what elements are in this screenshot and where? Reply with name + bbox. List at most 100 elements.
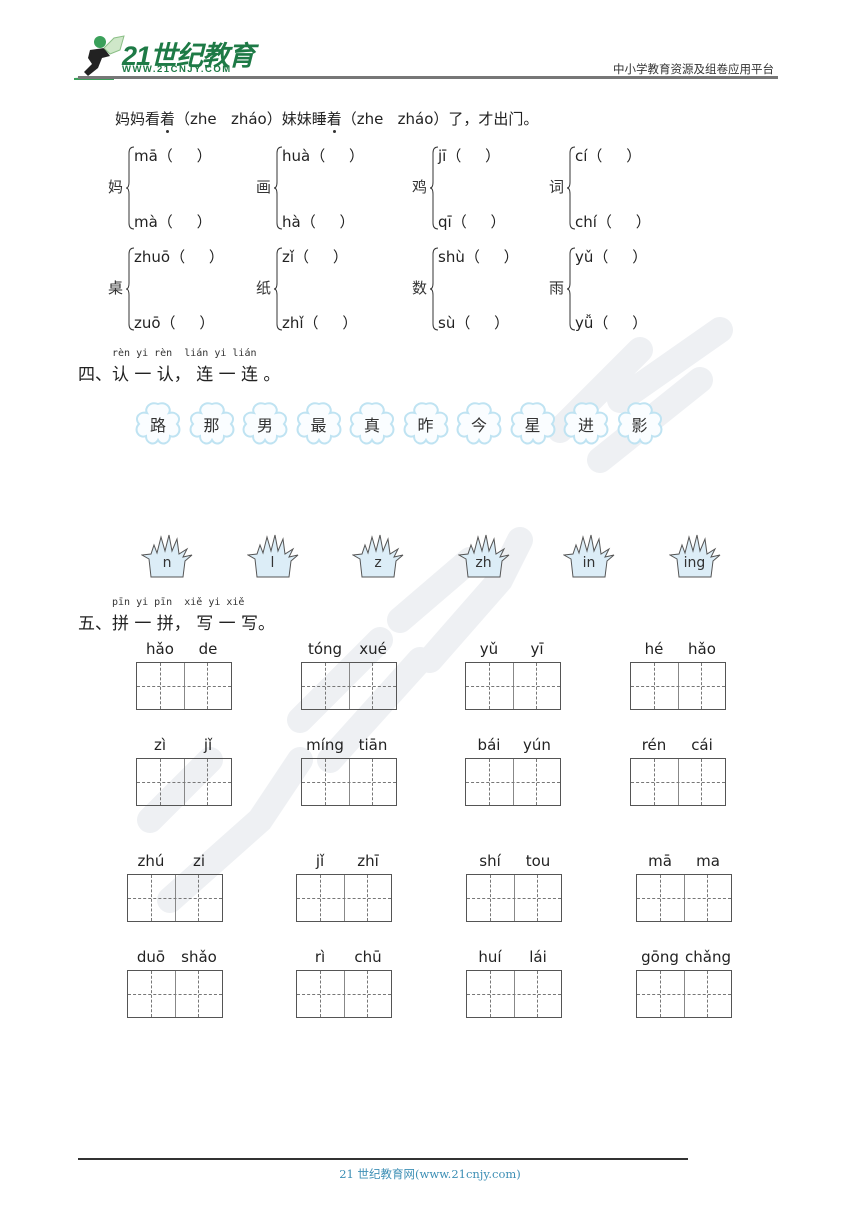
polyphone-group: 桌 zhuō（ ） zuō（ ） <box>108 246 248 332</box>
polyphone-char: 画 <box>256 178 272 196</box>
polyphone-char: 桌 <box>108 279 124 297</box>
pinyin-option-bottom[interactable]: mà（ ） <box>134 211 212 232</box>
pinyin-syllable: rì <box>314 948 326 966</box>
pinyin-syllable: gōng <box>641 948 679 966</box>
tianzige-grid[interactable] <box>296 874 392 922</box>
section4-heading: 四、认 一 认， 连 一 连 。 <box>78 365 281 385</box>
writing-box: rì chū <box>296 948 392 1018</box>
pinyin-option-bottom[interactable]: qī（ ） <box>438 211 506 232</box>
pinyin-option-top[interactable]: zǐ（ ） <box>282 246 348 267</box>
pinyin-syllable: mā <box>648 852 672 870</box>
grass-card[interactable]: zh <box>457 533 510 581</box>
footer-text: 21 世纪教育网(www.21cnjy.com) <box>339 1167 521 1181</box>
tianzige-grid[interactable] <box>301 662 397 710</box>
polyphone-group: 雨 yǔ（ ） yǚ（ ） <box>549 246 689 332</box>
flower-card[interactable]: 最 <box>294 400 344 446</box>
grass-card[interactable]: in <box>563 533 615 581</box>
flower-card[interactable]: 进 <box>561 400 611 446</box>
pinyin-label: zhú zi <box>127 852 223 872</box>
flower-char: 那 <box>203 416 220 435</box>
polyphone-char: 词 <box>549 178 565 196</box>
flower-card[interactable]: 影 <box>615 400 665 446</box>
pinyin-option-bottom[interactable]: zhǐ（ ） <box>282 312 357 333</box>
tianzige-grid[interactable] <box>136 758 232 806</box>
pinyin-label: míng tiān <box>301 736 397 756</box>
pinyin-syllable: duō <box>136 948 166 966</box>
grid-dashed-line <box>137 782 231 783</box>
pinyin-label: zì jǐ <box>136 736 232 756</box>
grid-dashed-line <box>137 686 231 687</box>
tianzige-grid[interactable] <box>636 874 732 922</box>
tianzige-grid[interactable] <box>466 970 562 1018</box>
flower-char: 最 <box>310 416 327 435</box>
flower-card[interactable]: 男 <box>240 400 290 446</box>
grid-dashed-line <box>297 898 391 899</box>
pinyin-syllable: hǎo <box>146 640 174 658</box>
pinyin-label: gōng chǎng <box>636 948 732 968</box>
tianzige-grid[interactable] <box>636 970 732 1018</box>
tianzige-grid[interactable] <box>630 662 726 710</box>
tianzige-grid[interactable] <box>465 662 561 710</box>
section4-pinyin: rèn yi rèn lián yi lián <box>112 348 257 359</box>
writing-box: shí tou <box>466 852 562 922</box>
pinyin-option-top[interactable]: cí（ ） <box>575 145 641 166</box>
tianzige-grid[interactable] <box>466 874 562 922</box>
writing-box: zì jǐ <box>136 736 232 806</box>
pinyin-syllable: zì <box>153 736 167 754</box>
pinyin-syllable: cái <box>691 736 713 754</box>
grass-card[interactable]: z <box>352 533 404 581</box>
tianzige-grid[interactable] <box>296 970 392 1018</box>
grass-card[interactable]: n <box>141 533 193 581</box>
flower-card[interactable]: 那 <box>187 400 237 446</box>
pinyin-syllable: jǐ <box>315 852 325 870</box>
pinyin-syllable: tóng <box>307 640 343 658</box>
footer-divider <box>78 1158 688 1160</box>
pinyin-option-bottom[interactable]: chí（ ） <box>575 211 651 232</box>
grid-dashed-line <box>637 994 731 995</box>
grid-dashed-line <box>467 898 561 899</box>
tianzige-grid[interactable] <box>301 758 397 806</box>
flower-card[interactable]: 星 <box>508 400 558 446</box>
tianzige-grid[interactable] <box>127 874 223 922</box>
header-divider <box>78 76 778 79</box>
writing-box: jǐ zhī <box>296 852 392 922</box>
pinyin-option-bottom[interactable]: sù（ ） <box>438 312 509 333</box>
pinyin-syllable: yún <box>523 736 551 754</box>
pinyin-syllable: tiān <box>358 736 388 754</box>
pinyin-label: tóng xué <box>301 640 397 660</box>
pinyin-option-bottom[interactable]: yǚ（ ） <box>575 312 647 333</box>
pinyin-option-bottom[interactable]: hà（ ） <box>282 211 355 232</box>
pinyin-option-top[interactable]: yǔ（ ） <box>575 246 647 267</box>
pinyin-option-top[interactable]: shù（ ） <box>438 246 519 267</box>
writing-box: hǎo de <box>136 640 232 710</box>
writing-box: huí lái <box>466 948 562 1018</box>
pinyin-label: shí tou <box>466 852 562 872</box>
tianzige-grid[interactable] <box>630 758 726 806</box>
tianzige-grid[interactable] <box>465 758 561 806</box>
pinyin-option-top[interactable]: huà（ ） <box>282 145 364 166</box>
tianzige-grid[interactable] <box>127 970 223 1018</box>
tianzige-grid[interactable] <box>136 662 232 710</box>
grass-card[interactable]: l <box>246 533 299 581</box>
flower-card[interactable]: 路 <box>133 400 183 446</box>
pinyin-option-top[interactable]: zhuō（ ） <box>134 246 224 267</box>
dotted-char: 着 <box>160 110 176 133</box>
logo-url: WWW.21CNJY.COM <box>122 64 232 75</box>
grass-card[interactable]: ing <box>668 533 721 581</box>
pinyin-syllable: jǐ <box>203 736 213 754</box>
sentence-part: 妈妈看 <box>115 110 161 128</box>
pinyin-option-top[interactable]: mā（ ） <box>134 145 212 166</box>
grid-dashed-line <box>128 994 222 995</box>
section5-heading: 五、拼 一 拼， 写 一 写。 <box>78 614 276 634</box>
pinyin-syllable: yī <box>530 640 544 658</box>
pinyin-option-top[interactable]: jī（ ） <box>438 145 500 166</box>
polyphone-sentence: 妈妈看着（zhe zháo）妹妹睡着（zhe zháo）了，才出门。 <box>115 108 538 133</box>
pinyin-label: jǐ zhī <box>296 852 392 872</box>
dotted-char: 着 <box>326 110 342 133</box>
flower-card[interactable]: 昨 <box>401 400 451 446</box>
flower-card[interactable]: 今 <box>454 400 504 446</box>
pinyin-option-bottom[interactable]: zuō（ ） <box>134 312 214 333</box>
writing-box: zhú zi <box>127 852 223 922</box>
pinyin-syllable: rén <box>641 736 667 754</box>
flower-card[interactable]: 真 <box>347 400 397 446</box>
